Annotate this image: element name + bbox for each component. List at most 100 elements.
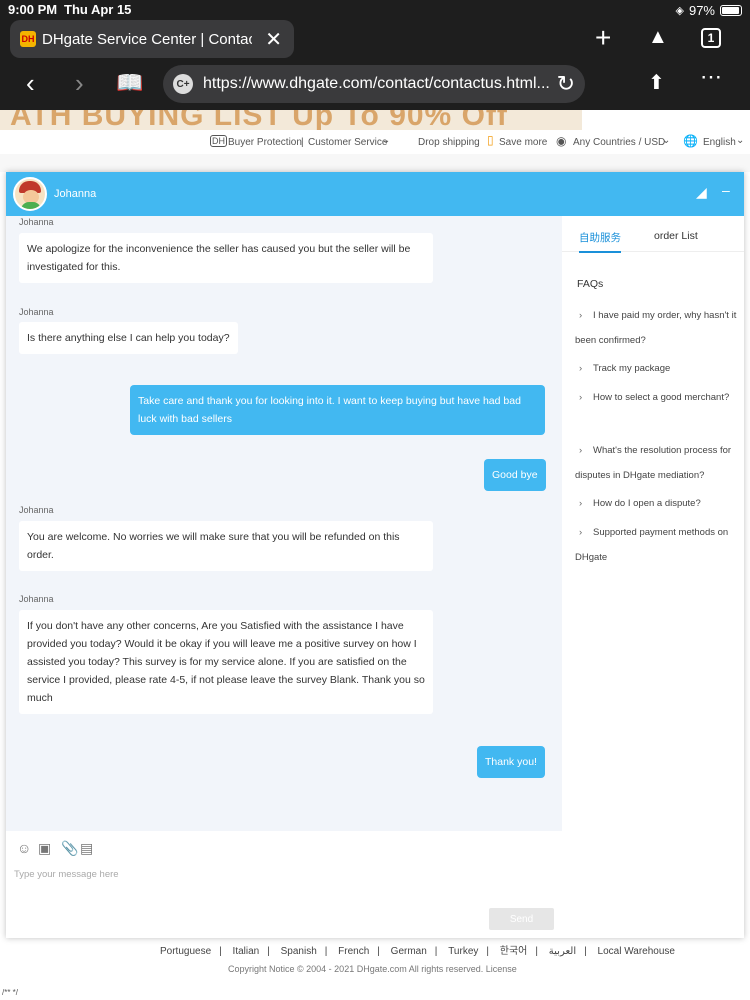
buyer-protection-icon: DH — [210, 135, 227, 147]
share-icon[interactable]: ⬆ — [648, 70, 665, 95]
faq-item-label: Track my package — [593, 363, 671, 374]
emoji-icon[interactable]: ☺ — [17, 840, 31, 856]
message-composer: ☺ ▣ 📎 ▤ Type your message here Send — [6, 831, 744, 938]
footer-link[interactable]: 한국어 — [500, 946, 528, 957]
save-more-link[interactable]: Save more — [499, 137, 547, 148]
faq-item-label: How do I open a dispute? — [593, 498, 701, 509]
message-sender: Johanna — [19, 217, 54, 227]
footer-link[interactable]: Spanish — [281, 946, 317, 957]
faq-item[interactable]: › What's the resolution process for dispu… — [575, 438, 737, 488]
send-button[interactable]: Send — [489, 908, 554, 930]
drop-shipping-link[interactable]: Drop shipping — [418, 137, 480, 148]
chevron-down-icon: ⌄ — [736, 135, 745, 146]
globe-icon: 🌐 — [683, 134, 698, 148]
tab-self-service[interactable]: 自助服务 — [579, 230, 621, 253]
faq-tabs: 自助服务 order List — [562, 216, 744, 253]
tab-order-list[interactable]: order List — [654, 230, 698, 242]
faq-item[interactable]: › How to select a good merchant? — [575, 385, 737, 410]
country-currency-selector[interactable]: Any Countries / USD — [573, 137, 665, 148]
chevron-down-icon: ⌄ — [382, 135, 391, 146]
faq-item[interactable]: › Supported payment methods on DHgate — [575, 520, 737, 570]
chevron-down-icon: ⌄ — [662, 135, 671, 146]
agent-name: Johanna — [54, 188, 97, 200]
site-topbar: DH Buyer Protection | Customer Service ⌄… — [0, 130, 750, 154]
chat-messages: Johanna We apologize for the inconvenien… — [6, 216, 562, 831]
chevron-right-icon: › — [579, 498, 583, 509]
copyright-notice: Copyright Notice © 2004 - 2021 DHgate.co… — [228, 964, 517, 974]
message-sender: Johanna — [19, 594, 54, 604]
customer-service-link[interactable]: Customer Service — [308, 137, 387, 148]
bookmarks-icon[interactable]: 📖 — [116, 70, 143, 96]
footer-link[interactable]: العربية — [549, 946, 576, 957]
status-date: Thu Apr 15 — [64, 2, 132, 17]
more-menu-icon[interactable]: ⋯ — [700, 64, 722, 90]
message-sender: Johanna — [19, 307, 54, 317]
browser-tab[interactable]: DH DHgate Service Center | Contact ✕ — [10, 20, 294, 58]
chat-header: Johanna ◢ – — [6, 172, 744, 216]
buyer-protection-link[interactable]: Buyer Protection — [228, 137, 302, 148]
footer-link[interactable]: Local Warehouse — [598, 946, 675, 957]
location-icon: ◉ — [556, 134, 567, 148]
wifi-icon: ◈ — [675, 5, 684, 17]
speaker-icon[interactable]: ◢ — [696, 184, 707, 201]
faq-panel: 自助服务 order List FAQs › I have paid my ord… — [562, 216, 744, 831]
chevron-right-icon: › — [579, 310, 583, 321]
faq-item-label: What's the resolution process for disput… — [575, 445, 732, 481]
browser-tab-bar: DH DHgate Service Center | Contact ✕ + ▲… — [0, 20, 750, 60]
battery-icon — [720, 5, 742, 16]
faq-title: FAQs — [577, 278, 604, 290]
faq-item[interactable]: › Track my package — [575, 356, 737, 381]
message-sender: Johanna — [19, 505, 54, 515]
footer-link[interactable]: Portuguese — [160, 946, 211, 957]
image-icon[interactable]: ▣ — [38, 840, 51, 857]
chevron-right-icon: › — [579, 445, 583, 456]
message-input[interactable]: Type your message here — [14, 869, 119, 880]
faq-item-label: Supported payment methods on DHgate — [575, 527, 729, 563]
agent-message: Is there anything else I can help you to… — [19, 322, 238, 354]
chevron-right-icon: › — [579, 392, 583, 403]
chevron-right-icon: › — [579, 363, 583, 374]
screenshot-icon[interactable]: ▤ — [80, 840, 93, 857]
faq-item-label: I have paid my order, why hasn't it been… — [575, 310, 737, 346]
agent-avatar — [13, 177, 47, 211]
site-header-strip — [0, 154, 750, 172]
footer-link[interactable]: German — [391, 946, 427, 957]
phone-icon: ▯ — [487, 133, 494, 147]
browser-nav-bar: ‹ › 📖 C+ https://www.dhgate.com/contact/… — [0, 60, 750, 110]
site-info-icon[interactable]: C+ — [173, 74, 193, 94]
chat-window: Johanna ◢ – Johanna We apologize for the… — [6, 172, 744, 938]
promo-banner[interactable]: ATH BUYING LIST Up To 90% Off — [0, 110, 582, 130]
faq-item[interactable]: › How do I open a dispute? — [575, 491, 737, 516]
footer-link[interactable]: Turkey — [448, 946, 478, 957]
faq-item-label: How to select a good merchant? — [593, 392, 730, 403]
attachment-icon[interactable]: 📎 — [61, 840, 78, 857]
tab-count-button[interactable]: 1 — [701, 28, 721, 48]
topbar-divider: | — [301, 137, 304, 148]
battery-indicator: ◈ 97% — [675, 3, 742, 18]
new-tab-icon[interactable]: + — [595, 22, 611, 54]
status-bar: 9:00 PM Thu Apr 15 ◈ 97% — [0, 0, 750, 20]
chevron-right-icon: › — [579, 527, 583, 538]
agent-message: You are welcome. No worries we will make… — [19, 521, 433, 571]
user-message: Good bye — [484, 459, 546, 491]
forward-icon[interactable]: › — [75, 68, 84, 99]
battery-percent: 97% — [688, 3, 715, 18]
fire-icon[interactable]: ▲ — [648, 26, 668, 49]
footer-link[interactable]: French — [338, 946, 369, 957]
user-message: Take care and thank you for looking into… — [130, 385, 545, 435]
address-bar[interactable]: C+ https://www.dhgate.com/contact/contac… — [163, 65, 585, 103]
close-tab-icon[interactable]: ✕ — [265, 27, 282, 52]
dhgate-favicon-icon: DH — [20, 31, 36, 47]
footer-link[interactable]: Italian — [233, 946, 260, 957]
minimize-icon[interactable]: – — [722, 182, 730, 198]
language-selector[interactable]: English — [703, 137, 736, 148]
agent-message: If you don't have any other concerns, Ar… — [19, 610, 433, 714]
status-time: 9:00 PM — [8, 2, 58, 17]
agent-message: We apologize for the inconvenience the s… — [19, 233, 433, 283]
faq-item[interactable]: › I have paid my order, why hasn't it bee… — [575, 303, 737, 353]
tab-title: DHgate Service Center | Contact — [42, 30, 252, 48]
url-text: https://www.dhgate.com/contact/contactus… — [203, 75, 550, 92]
user-message: Thank you! — [477, 746, 545, 778]
back-icon[interactable]: ‹ — [26, 68, 35, 99]
reload-icon[interactable]: ↻ — [557, 71, 575, 97]
